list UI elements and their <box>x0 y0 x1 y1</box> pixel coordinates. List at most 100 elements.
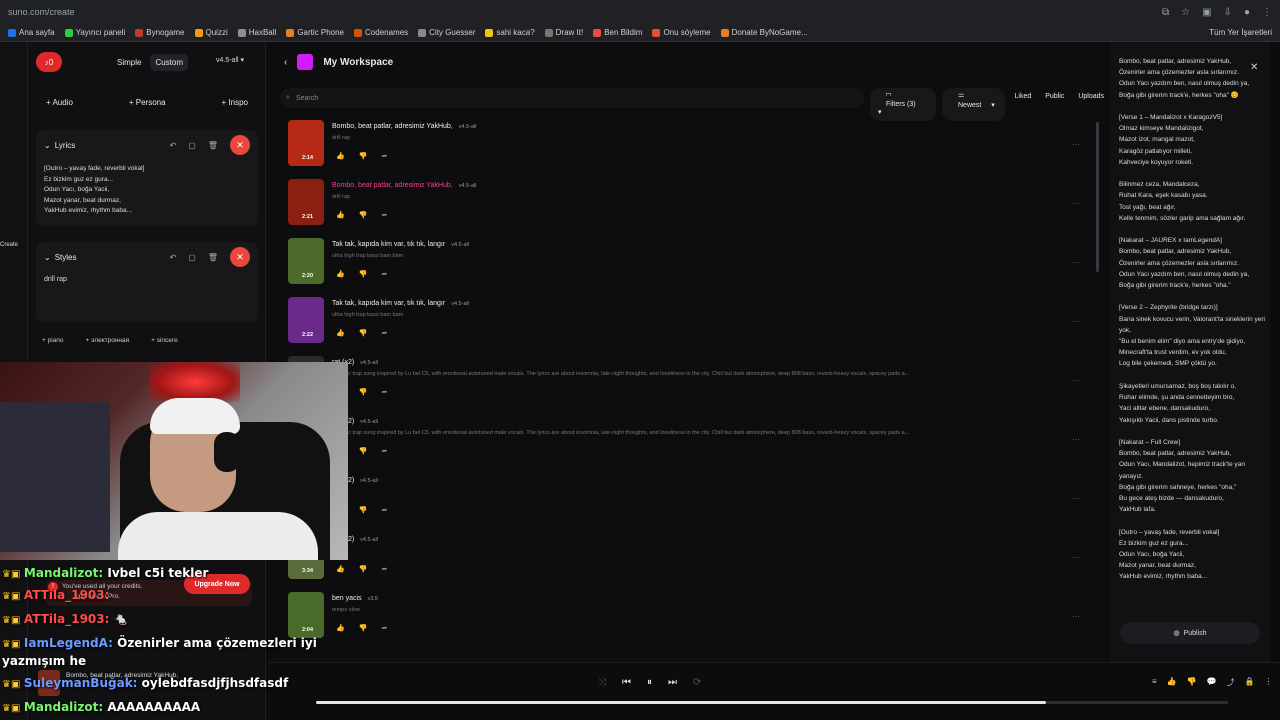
song-title[interactable]: Bombo, beat patlar, adresimiz YakHub, v4.… <box>332 123 476 130</box>
dislike-icon[interactable]: 👎 <box>1187 677 1197 688</box>
bookmark-item[interactable]: Gartic Phone <box>286 28 344 37</box>
queue-icon[interactable]: ≡ <box>1152 677 1157 688</box>
song-row[interactable]: 2:21 Bombo, beat patlar, adresimiz YakHub… <box>288 179 1080 229</box>
add-persona-button[interactable]: + Persona <box>119 94 176 111</box>
dislike-icon[interactable]: 👎 <box>359 329 368 337</box>
add-inspo-button[interactable]: + Inspo <box>212 94 258 111</box>
previous-icon[interactable]: ⏮ <box>622 677 631 688</box>
tab-custom[interactable]: Custom <box>150 54 189 71</box>
create-nav-label[interactable]: Create <box>0 242 18 248</box>
trash-icon[interactable]: 🗑 <box>208 141 218 150</box>
lock-icon[interactable]: 🔒 <box>1245 677 1255 688</box>
uploads-filter[interactable]: Uploads <box>1074 88 1108 121</box>
clear-lyrics-button[interactable]: ✕ <box>230 135 250 155</box>
song-row[interactable]: 2:14 Bombo, beat patlar, adresimiz YakHub… <box>288 120 1080 170</box>
song-title[interactable]: Tak tak, kapıda kim var, tık tık, langır… <box>332 300 469 307</box>
style-tag[interactable]: + sincere <box>145 334 184 347</box>
extensions-icon[interactable]: ▣ <box>1202 7 1211 18</box>
bookmark-item[interactable]: Quizzi <box>194 28 228 37</box>
dislike-icon[interactable]: 👎 <box>359 506 368 514</box>
like-icon[interactable]: 👍 <box>336 211 345 219</box>
filters-button[interactable]: ⛉ Filters (3) ▾ <box>870 88 936 121</box>
copy-icon[interactable]: ▢ <box>188 253 196 262</box>
share-icon[interactable]: ➦ <box>381 624 387 632</box>
like-icon[interactable]: 👍 <box>336 152 345 160</box>
close-icon[interactable]: ✕ <box>1250 62 1258 73</box>
bookmark-item[interactable]: sahi kaca? <box>485 28 535 37</box>
bookmark-item[interactable]: Draw It! <box>544 28 583 37</box>
dislike-icon[interactable]: 👎 <box>359 565 368 573</box>
bookmark-item[interactable]: HaxBall <box>237 28 276 37</box>
download-icon[interactable]: ⇩ <box>1224 7 1232 18</box>
song-row[interactable]: rat (x2)v4.5-allmelodic trap song inspir… <box>288 415 1080 465</box>
song-title[interactable]: Tak tak, kapıda kim var, tık tık, langır… <box>332 241 469 248</box>
star-icon[interactable]: ☆ <box>1181 7 1190 18</box>
all-bookmarks[interactable]: Tüm Yer İşaretleri <box>1209 28 1272 37</box>
undo-icon[interactable]: ↶ <box>170 141 177 150</box>
publish-button[interactable]: ◍ Publish <box>1120 622 1260 644</box>
song-title[interactable]: Bombo, beat patlar, adresimiz YakHub, v4.… <box>332 182 476 189</box>
progress-bar[interactable] <box>316 701 1228 704</box>
more-icon[interactable]: ⋯ <box>1072 612 1080 621</box>
song-row[interactable]: 2:22 Tak tak, kapıda kim var, tık tık, la… <box>288 297 1080 347</box>
like-icon[interactable]: 👍 <box>1167 677 1177 688</box>
more-icon[interactable]: ⋯ <box>1072 140 1080 149</box>
like-icon[interactable]: 👍 <box>336 329 345 337</box>
dislike-icon[interactable]: 👎 <box>359 388 368 396</box>
more-icon[interactable]: ⋯ <box>1072 435 1080 444</box>
bookmark-item[interactable]: Ana sayfa <box>8 28 55 37</box>
credits-badge[interactable]: ♪ 0 <box>36 52 62 72</box>
dislike-icon[interactable]: 👎 <box>359 152 368 160</box>
more-icon[interactable]: ⋯ <box>1072 553 1080 562</box>
lyrics-textarea[interactable]: [Outro – yavaş fade, reverbli vokal] Ez … <box>36 160 258 221</box>
more-icon[interactable]: ⋮ <box>1265 677 1273 688</box>
dislike-icon[interactable]: 👎 <box>359 211 368 219</box>
liked-filter[interactable]: Liked <box>1011 88 1036 121</box>
bookmark-item[interactable]: Codenames <box>354 28 408 37</box>
chevron-down-icon[interactable]: ⌄ <box>44 141 51 150</box>
bookmark-item[interactable]: Yayıncı paneli <box>64 28 125 37</box>
next-icon[interactable]: ⏭ <box>668 677 677 688</box>
share-icon[interactable]: ➦ <box>381 152 387 160</box>
comment-icon[interactable]: 💬 <box>1207 677 1217 688</box>
bookmark-item[interactable]: City Guesser <box>418 28 475 37</box>
song-row[interactable]: rat (x2)v4.5-allmelodic trap song inspir… <box>288 356 1080 406</box>
trash-icon[interactable]: 🗑 <box>208 253 218 262</box>
add-audio-button[interactable]: + Audio <box>36 94 83 111</box>
tab-simple[interactable]: Simple <box>112 54 146 71</box>
style-tag[interactable]: + piano <box>36 334 70 347</box>
more-icon[interactable]: ⋯ <box>1072 376 1080 385</box>
more-icon[interactable]: ⋯ <box>1072 199 1080 208</box>
search-input[interactable]: ⌕ Search <box>280 88 864 108</box>
translate-icon[interactable]: ⧉ <box>1162 7 1169 18</box>
share-icon[interactable]: ➦ <box>381 270 387 278</box>
bookmark-item[interactable]: Donate ByNoGame... <box>720 28 808 37</box>
public-filter[interactable]: Public <box>1041 88 1068 121</box>
menu-icon[interactable]: ⋮ <box>1262 7 1272 18</box>
style-tag[interactable]: + электронная <box>80 334 136 347</box>
scrollbar[interactable] <box>1096 122 1099 272</box>
share-icon[interactable]: ⤴ <box>1227 677 1235 688</box>
more-icon[interactable]: ⋯ <box>1072 494 1080 503</box>
chevron-down-icon[interactable]: ⌄ <box>44 253 51 262</box>
song-row[interactable]: 2:20 Tak tak, kapıda kim var, tık tık, la… <box>288 238 1080 288</box>
share-icon[interactable]: ➦ <box>381 506 387 514</box>
version-select[interactable]: v4.5-all ▾ <box>216 56 244 64</box>
song-row[interactable]: 3:34rat (x2)v4.5-allvibe/👍👎➦⋯ <box>288 533 1080 583</box>
copy-icon[interactable]: ▢ <box>188 141 196 150</box>
address-bar[interactable]: suno.com/create <box>8 7 75 17</box>
more-icon[interactable]: ⋯ <box>1072 258 1080 267</box>
bookmark-item[interactable]: Onu söyleme <box>652 28 711 37</box>
styles-input[interactable]: drill rap <box>36 272 258 287</box>
share-icon[interactable]: ➦ <box>381 211 387 219</box>
pause-icon[interactable]: ⏸ <box>647 677 652 688</box>
repeat-icon[interactable]: ⟳ <box>693 677 701 688</box>
song-row[interactable]: 2:04 ben yacis v3.5 tempo slow 👍 👎 ➦ ⋯ <box>288 592 1080 642</box>
shuffle-icon[interactable]: ⤨ <box>598 677 606 688</box>
share-icon[interactable]: ➦ <box>381 447 387 455</box>
share-icon[interactable]: ➦ <box>381 329 387 337</box>
bookmark-item[interactable]: Bynogame <box>135 28 185 37</box>
profile-icon[interactable]: ● <box>1244 7 1250 18</box>
sort-button[interactable]: ☰ Newest ▾ <box>942 88 1005 121</box>
song-row[interactable]: rat (x2)v4.5-allvibe/👍👎➦⋯ <box>288 474 1080 524</box>
